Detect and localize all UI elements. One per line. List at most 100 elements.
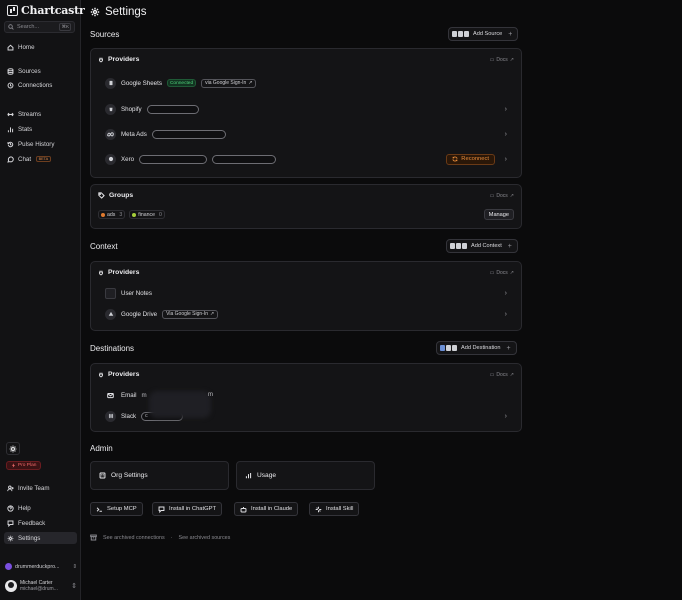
email-value-start: m xyxy=(141,391,147,399)
group-color-dot xyxy=(101,212,105,217)
sidebar-item-feedback[interactable]: Feedback xyxy=(4,517,77,529)
group-tag-finance[interactable]: finance 0 xyxy=(129,210,165,219)
provider-row-shopify[interactable]: Shopify › xyxy=(105,102,509,116)
provider-row-xero[interactable]: Xero Reconnect › xyxy=(105,152,509,166)
source-logos-icon xyxy=(452,31,469,37)
chat-bubble-icon xyxy=(7,155,14,163)
book-icon: ▭ xyxy=(489,270,495,276)
user-menu[interactable]: Michael Carter michael@drum... ⇕ xyxy=(5,580,77,592)
destinations-providers-card: Providers ▭ Docs ↗ Email m Slack c › m xyxy=(90,363,522,432)
external-link-icon: ↗ xyxy=(509,372,514,378)
sidebar-item-invite-team[interactable]: Invite Team xyxy=(4,482,77,494)
destinations-heading: Destinations xyxy=(90,344,135,353)
groups-card: Groups ▭ Docs ↗ ads 3 finance 0 Manage xyxy=(90,184,522,229)
sidebar-item-pulse-history[interactable]: Pulse History xyxy=(4,138,77,150)
app-logo[interactable]: Chartcastr xyxy=(7,4,85,17)
home-icon xyxy=(7,44,14,50)
chevron-right-icon[interactable]: › xyxy=(505,413,507,420)
account-pill xyxy=(151,129,226,139)
xero-icon xyxy=(105,153,116,165)
status-badge: Connected xyxy=(166,79,197,87)
workspace-switcher[interactable]: drummerduckpro... ⇕ xyxy=(5,563,77,570)
docs-link[interactable]: ▭ Docs ↗ xyxy=(490,372,514,378)
chevron-right-icon[interactable]: › xyxy=(505,156,507,163)
bolt-icon xyxy=(12,463,15,468)
sidebar-item-connections[interactable]: Connections xyxy=(4,79,77,91)
provider-name: Meta Ads xyxy=(121,130,147,138)
message-square-icon xyxy=(7,520,14,527)
archived-sources-link[interactable]: See archived sources xyxy=(179,535,231,541)
card-title: Groups xyxy=(98,192,133,199)
add-destination-button[interactable]: Add Destination + xyxy=(436,341,517,355)
help-circle-icon xyxy=(7,504,14,512)
usage-card[interactable]: Usage xyxy=(236,461,375,490)
sidebar-item-home[interactable]: Home xyxy=(4,41,77,53)
sources-heading: Sources xyxy=(90,30,120,39)
provider-row-user-notes[interactable]: User Notes › xyxy=(105,286,509,300)
external-link-icon: ↗ xyxy=(509,193,514,199)
bar-chart-icon xyxy=(245,473,252,479)
external-link-icon: ↗ xyxy=(248,80,253,86)
gear-icon xyxy=(7,535,14,541)
sidebar-item-label: Sources xyxy=(18,67,41,75)
card-title: Providers xyxy=(98,56,139,63)
redaction-blur xyxy=(149,391,211,418)
org-settings-card[interactable]: Org Settings xyxy=(90,461,229,490)
docs-link[interactable]: ▭ Docs ↗ xyxy=(490,57,514,63)
sidebar-item-help[interactable]: Help xyxy=(4,502,77,514)
install-claude-button[interactable]: Install in Claude xyxy=(234,502,299,516)
chevron-right-icon[interactable]: › xyxy=(505,106,507,113)
sidebar-item-label: Chat xyxy=(18,155,32,163)
bar-chart-icon xyxy=(7,126,14,132)
install-chatgpt-button[interactable]: Install in ChatGPT xyxy=(152,502,223,516)
reconnect-button[interactable]: Reconnect xyxy=(446,153,495,165)
group-tags: ads 3 finance 0 xyxy=(98,210,165,219)
sidebar-item-label: Home xyxy=(18,43,35,51)
book-icon: ▭ xyxy=(489,57,495,63)
sidebar-item-sources[interactable]: Sources xyxy=(4,65,77,77)
chevron-right-icon[interactable]: › xyxy=(505,131,507,138)
provider-row-google-drive[interactable]: Google Drive Via Google Sign-In ↗ › xyxy=(105,307,509,321)
install-skill-button[interactable]: Install Skill xyxy=(309,502,360,516)
docs-link[interactable]: ▭ Docs ↗ xyxy=(490,270,514,276)
setup-mcp-button[interactable]: Setup MCP xyxy=(90,502,143,516)
group-tag-ads[interactable]: ads 3 xyxy=(98,210,126,219)
google-drive-icon xyxy=(105,308,116,320)
group-tag-count: 0 xyxy=(159,211,162,218)
pro-plan-badge[interactable]: Pro Plan xyxy=(6,461,42,470)
search-icon xyxy=(8,24,14,30)
theme-toggle-button[interactable] xyxy=(6,442,20,455)
archive-icon xyxy=(90,534,97,541)
sidebar-item-streams[interactable]: Streams xyxy=(4,108,77,120)
group-color-dot xyxy=(132,212,137,217)
book-icon: ▭ xyxy=(489,372,495,378)
external-link-icon: ↗ xyxy=(210,311,215,317)
archived-connections-link[interactable]: See archived connections xyxy=(103,535,165,541)
add-destination-label: Add Destination xyxy=(461,345,501,351)
sidebar-item-label: Feedback xyxy=(18,519,46,527)
search-input[interactable]: Search... ⌘K xyxy=(4,21,75,33)
docs-label: Docs xyxy=(496,372,508,378)
provider-row-meta-ads[interactable]: Meta Ads › xyxy=(105,127,509,141)
add-context-button[interactable]: Add Context + xyxy=(446,239,518,253)
provider-name: Google Drive xyxy=(121,310,158,318)
main-content: Settings Sources Add Source + Providers … xyxy=(81,0,682,600)
gear-icon xyxy=(90,7,100,17)
sidebar-item-label: Stats xyxy=(18,125,33,133)
chevron-right-icon[interactable]: › xyxy=(505,290,507,297)
via-badge: via Google Sign-In ↗ xyxy=(201,78,257,88)
admin-heading: Admin xyxy=(90,444,113,453)
chevron-right-icon[interactable]: › xyxy=(505,311,507,318)
add-source-button[interactable]: Add Source + xyxy=(448,27,519,41)
docs-link[interactable]: ▭ Docs ↗ xyxy=(490,193,514,199)
sidebar-item-chat[interactable]: Chat BETA xyxy=(4,153,77,165)
account-pill xyxy=(139,154,208,164)
manage-groups-button[interactable]: Manage xyxy=(483,209,514,220)
search-placeholder: Search... xyxy=(17,24,40,30)
sidebar-item-label: Streams xyxy=(18,110,42,118)
provider-row-google-sheets[interactable]: Google Sheets Connected via Google Sign-… xyxy=(105,76,509,90)
sidebar-item-settings[interactable]: Settings xyxy=(4,532,77,544)
beta-badge: BETA xyxy=(36,156,51,162)
pro-plan-label: Pro Plan xyxy=(18,463,37,468)
sidebar-item-stats[interactable]: Stats xyxy=(4,123,77,135)
